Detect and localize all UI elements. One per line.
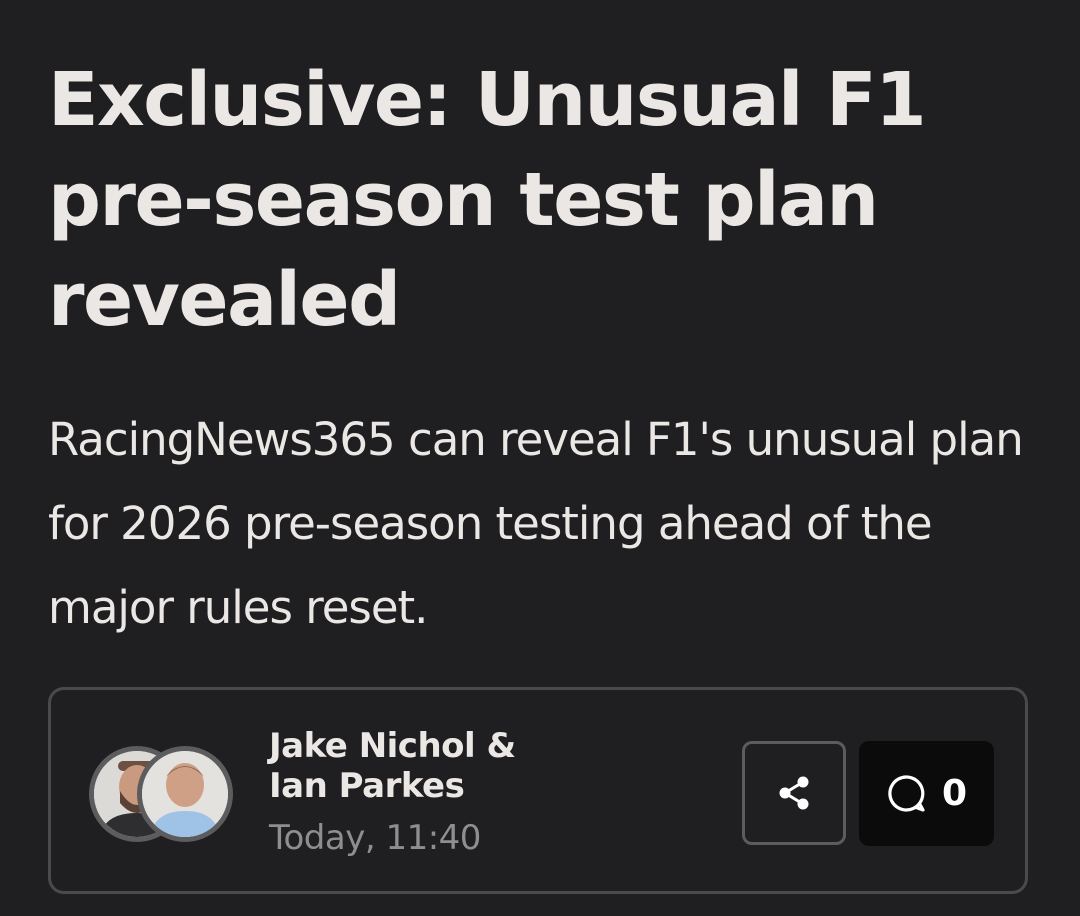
publish-timestamp: Today, 11:40: [269, 818, 481, 858]
author-avatar-ian[interactable]: [137, 746, 233, 842]
article-headline: Exclusive: Unusual F1 pre-season test pl…: [48, 57, 927, 343]
article-standfirst: RacingNews365 can reveal F1's unusual pl…: [48, 413, 1024, 634]
share-button[interactable]: [742, 741, 846, 845]
comments-count: 0: [941, 773, 968, 814]
comment-bubble-icon: [888, 774, 925, 812]
author-names[interactable]: Jake Nichol & Ian Parkes: [269, 726, 569, 806]
comments-button[interactable]: 0: [859, 741, 994, 846]
share-icon: [779, 776, 809, 810]
byline-card: Jake Nichol & Ian Parkes Today, 11:40 0: [48, 687, 1028, 894]
avatar-photo-icon: [142, 751, 228, 837]
